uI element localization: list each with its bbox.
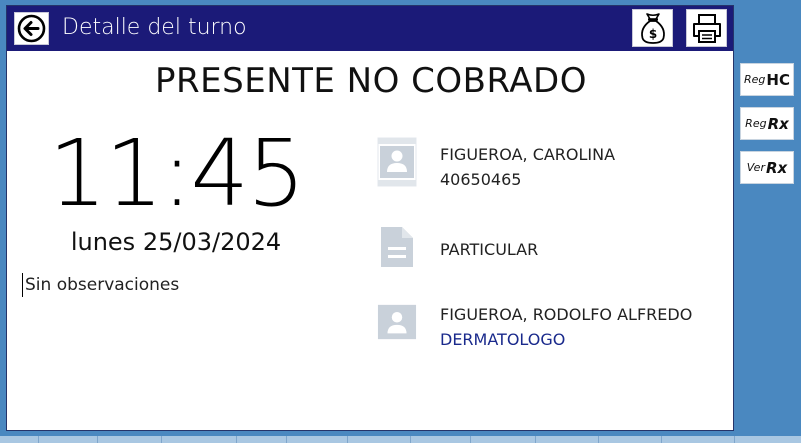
- appointment-date: lunes 25/03/2024: [70, 228, 282, 256]
- svg-text:$: $: [648, 27, 656, 41]
- arrow-left-circle-icon: [17, 14, 46, 43]
- professional-name: FIGUEROA, RODOLFO ALFREDO: [440, 305, 693, 324]
- reg-hc-button[interactable]: Reg HC: [740, 63, 794, 96]
- reg-hc-label: HC: [766, 70, 790, 89]
- reg-hc-prefix: Reg: [744, 73, 766, 86]
- reg-rx-prefix: Reg: [745, 117, 767, 130]
- reg-rx-button[interactable]: Reg Rx: [740, 107, 794, 140]
- patient-name: FIGUEROA, CAROLINA: [440, 145, 616, 164]
- patient-card-icon: [377, 137, 417, 187]
- patient-document: 40650465: [440, 170, 522, 189]
- ver-rx-label: Rx: [765, 158, 788, 177]
- money-bag-icon: $: [640, 13, 665, 44]
- coverage-icon-wrap: [377, 222, 417, 272]
- document-icon: [381, 227, 413, 267]
- professional-card-icon: [377, 297, 417, 347]
- appointment-time: 11:45: [48, 120, 305, 227]
- professional-info: FIGUEROA, RODOLFO ALFREDO DERMATOLOGO: [440, 302, 692, 352]
- print-button[interactable]: [686, 9, 727, 47]
- reg-rx-label: Rx: [767, 114, 789, 133]
- contact-card-icon: [377, 137, 417, 187]
- coverage-name: PARTICULAR: [440, 240, 539, 259]
- ver-rx-prefix: Ver: [746, 161, 765, 174]
- title-bar: Detalle del turno $: [7, 6, 733, 51]
- bottom-strip: [0, 436, 801, 443]
- ver-rx-button[interactable]: Ver Rx: [740, 151, 794, 184]
- coverage-info: PARTICULAR: [440, 237, 538, 262]
- appointment-status: PRESENTE NO COBRADO: [155, 61, 587, 101]
- observations-field[interactable]: [22, 273, 345, 297]
- professional-specialty: DERMATOLOGO: [440, 330, 566, 349]
- patient-info: FIGUEROA, CAROLINA 40650465: [440, 142, 615, 192]
- back-button[interactable]: [14, 12, 49, 45]
- contact-card-icon: [377, 304, 417, 340]
- charge-button[interactable]: $: [632, 9, 673, 47]
- printer-icon: [692, 14, 721, 43]
- appointment-detail-window: Detalle del turno $ PRESENTE NO COBRADO …: [6, 5, 734, 431]
- window-title: Detalle del turno: [62, 15, 247, 40]
